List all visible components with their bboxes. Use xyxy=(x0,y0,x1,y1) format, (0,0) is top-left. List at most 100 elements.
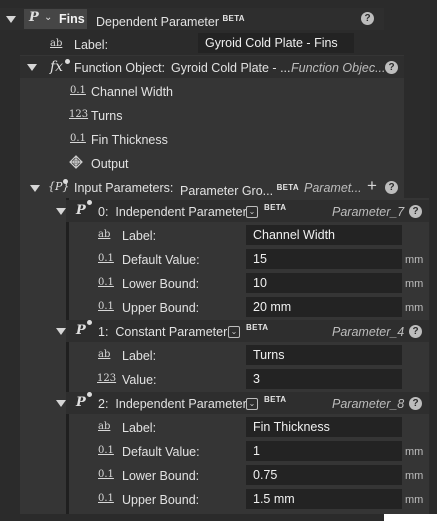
param-2-index: 2: xyxy=(98,397,109,411)
text-type-icon: ab xyxy=(50,38,63,49)
number-type-icon: 0.1 xyxy=(98,469,114,480)
param-2-label-input[interactable]: Fin Thickness xyxy=(246,417,402,437)
param-2-name: Parameter_8 xyxy=(332,397,405,411)
integer-type-icon: 123 xyxy=(97,373,117,384)
unit-label: mm xyxy=(405,470,424,482)
param-2-upper-input[interactable]: 1.5 mm xyxy=(246,489,402,509)
indicator-dot xyxy=(65,59,70,64)
beta-badge: BETA xyxy=(246,323,269,332)
input-params-value-text: Parameter Gro... xyxy=(180,184,274,199)
root-type: Dependent Parameter BETA xyxy=(96,11,245,30)
input-params-type: Paramet... xyxy=(304,181,362,195)
param-2-lower-input[interactable]: 0.75 xyxy=(246,465,402,485)
param-0-upper-input[interactable]: 20 mm xyxy=(246,297,402,317)
output-icon xyxy=(68,154,84,170)
param-1-name: Parameter_4 xyxy=(332,325,405,339)
function-item-channel-width[interactable]: Channel Width xyxy=(91,84,173,100)
beta-badge: BETA xyxy=(276,183,299,192)
collapse-root-icon[interactable] xyxy=(6,16,16,23)
input-params-label: Input Parameters: xyxy=(74,181,174,195)
number-type-icon: 0.1 xyxy=(70,133,86,144)
param-0-label-input[interactable]: Channel Width xyxy=(246,225,402,245)
root-type-label: Dependent Parameter xyxy=(96,15,219,30)
beta-badge: BETA xyxy=(264,395,287,404)
param-1-kind: Constant Parameter xyxy=(115,325,228,339)
help-icon[interactable]: ? xyxy=(385,181,398,194)
param-2-label-caption: Label: xyxy=(122,421,157,435)
collapse-param-2-icon[interactable] xyxy=(56,400,66,407)
help-icon[interactable]: ? xyxy=(409,397,422,410)
parameter-icon: P xyxy=(76,323,86,338)
unit-label: mm xyxy=(405,446,424,458)
help-icon[interactable]: ? xyxy=(409,205,422,218)
text-type-icon: ab xyxy=(98,421,111,432)
unit-label: mm xyxy=(405,278,424,290)
unit-label: mm xyxy=(405,494,424,506)
number-type-icon: 0.1 xyxy=(98,277,114,288)
collapse-param-1-icon[interactable] xyxy=(56,328,66,335)
param-0-lower-caption: Lower Bound: xyxy=(122,277,200,291)
param-0-default-input[interactable]: 15 xyxy=(246,249,402,269)
parameter-icon: P xyxy=(76,395,86,410)
indicator-dot xyxy=(87,320,92,325)
param-2-kind: Independent Parameter xyxy=(115,397,247,411)
number-type-icon: 0.1 xyxy=(98,493,114,504)
help-icon[interactable]: ? xyxy=(385,61,398,74)
param-0-title: 0: Independent Parameter xyxy=(98,204,247,220)
param-0-label-caption: Label: xyxy=(122,229,157,243)
function-object-value[interactable]: Gyroid Cold Plate - ... xyxy=(171,60,291,76)
param-2-default-caption: Default Value: xyxy=(122,445,200,459)
param-2-title: 2: Independent Parameter xyxy=(98,396,247,412)
function-object-type: Function Objec... xyxy=(291,61,386,75)
function-item-turns[interactable]: Turns xyxy=(91,108,123,124)
param-2-default-input[interactable]: 1 xyxy=(246,441,402,461)
chevron-down-icon[interactable]: ⌄ xyxy=(228,326,240,338)
collapse-param-0-icon[interactable] xyxy=(56,208,66,215)
param-2-upper-caption: Upper Bound: xyxy=(122,493,200,507)
collapse-function-icon[interactable] xyxy=(27,64,37,71)
param-1-label-caption: Label: xyxy=(122,349,157,363)
param-1-value-input[interactable]: 3 xyxy=(246,369,402,389)
indicator-dot xyxy=(87,200,92,205)
param-1-label-input[interactable]: Turns xyxy=(246,345,402,365)
number-type-icon: 0.1 xyxy=(98,301,114,312)
parameter-icon: P xyxy=(29,10,39,25)
param-1-title: 1: Constant Parameter xyxy=(98,324,227,340)
root-label-input[interactable]: Gyroid Cold Plate - Fins xyxy=(198,33,354,53)
param-0-lower-input[interactable]: 10 xyxy=(246,273,402,293)
output-item[interactable]: Output xyxy=(91,156,129,172)
input-params-value[interactable]: Parameter Gro... BETA xyxy=(180,180,299,199)
param-1-index: 1: xyxy=(98,325,109,339)
param-0-name: Parameter_7 xyxy=(332,205,405,219)
param-2-lower-caption: Lower Bound: xyxy=(122,469,200,483)
param-0-upper-caption: Upper Bound: xyxy=(122,301,200,315)
unit-label: mm xyxy=(405,302,424,314)
integer-type-icon: 123 xyxy=(69,109,89,120)
root-title[interactable]: Fins xyxy=(59,11,85,27)
chevron-down-icon[interactable]: ⌄ xyxy=(246,206,258,218)
add-parameter-icon[interactable]: + xyxy=(367,177,377,195)
indicator-dot xyxy=(63,179,68,184)
chevron-down-icon[interactable]: ⌄ xyxy=(44,12,52,23)
root-label-caption: Label: xyxy=(74,38,109,52)
beta-badge: BETA xyxy=(264,203,287,212)
help-icon[interactable]: ? xyxy=(409,325,422,338)
param-1-value-caption: Value: xyxy=(122,373,157,387)
unit-label: mm xyxy=(405,254,424,266)
number-type-icon: 0.1 xyxy=(98,253,114,264)
help-icon[interactable]: ? xyxy=(361,12,374,25)
text-type-icon: ab xyxy=(98,229,111,240)
param-0-index: 0: xyxy=(98,205,109,219)
parameter-icon: P xyxy=(76,203,86,218)
function-item-fin-thickness[interactable]: Fin Thickness xyxy=(91,132,168,148)
param-0-kind: Independent Parameter xyxy=(115,205,247,219)
chevron-down-icon[interactable]: ⌄ xyxy=(246,398,258,410)
tree-guide xyxy=(66,198,69,514)
function-object-label: Function Object: xyxy=(74,61,166,75)
number-type-icon: 0.1 xyxy=(70,85,86,96)
collapse-input-params-icon[interactable] xyxy=(30,185,40,192)
function-icon: fx xyxy=(50,59,64,75)
number-type-icon: 0.1 xyxy=(98,445,114,456)
param-0-default-caption: Default Value: xyxy=(122,253,200,267)
beta-badge: BETA xyxy=(222,14,245,23)
